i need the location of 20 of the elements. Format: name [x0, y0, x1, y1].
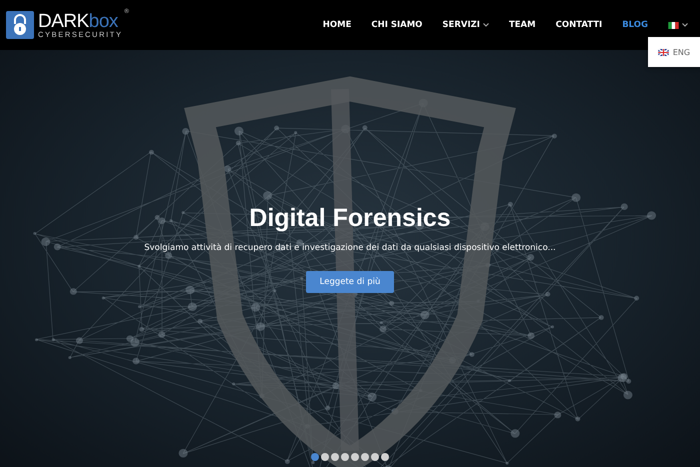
- nav-link[interactable]: SERVIZI: [442, 20, 489, 30]
- padlock-logo-icon: [6, 11, 34, 39]
- slide-dot[interactable]: [381, 453, 389, 461]
- language-selector[interactable]: [668, 22, 688, 28]
- flag-icon: [668, 22, 679, 28]
- slide-dot[interactable]: [321, 453, 329, 461]
- read-more-button[interactable]: Leggete di più: [306, 271, 394, 293]
- nav-link[interactable]: BLOG: [622, 20, 648, 30]
- hero-title: Digital Forensics: [249, 204, 451, 233]
- nav-link[interactable]: CHI SIAMO: [371, 20, 422, 30]
- caret-icon: [682, 23, 688, 27]
- nav-link[interactable]: HOME: [322, 20, 352, 30]
- hero-subtitle: Svolgiamo attività di recupero dati e investigazione dei dati da qualsiasi dispositivo elettronico...: [144, 243, 556, 253]
- flag-icon: [658, 48, 669, 56]
- language-option[interactable]: ENG: [658, 48, 690, 56]
- logo-text: box: [88, 12, 118, 31]
- slide-dot[interactable]: [311, 453, 319, 461]
- nav-link[interactable]: TEAM: [508, 20, 536, 30]
- nav-link[interactable]: CONTATTI: [556, 20, 602, 30]
- logo-text: DARK: [38, 12, 89, 31]
